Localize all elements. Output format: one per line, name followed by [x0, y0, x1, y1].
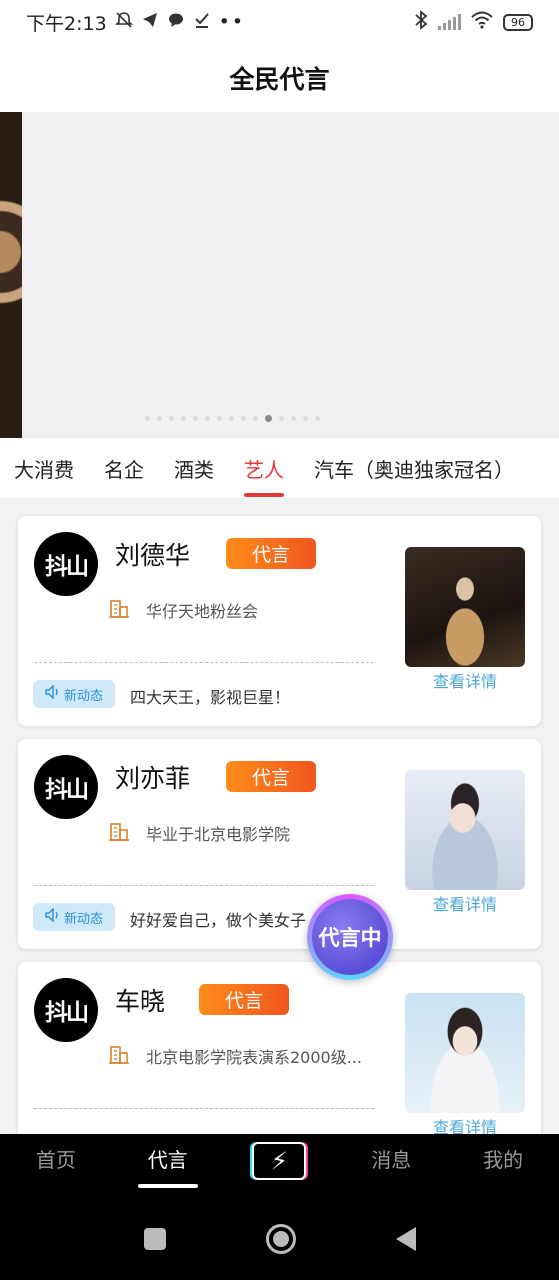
divider — [34, 662, 374, 663]
category-tabs: 大消费 名企 酒类 艺人 汽车（奥迪独家冠名） — [0, 438, 559, 498]
endorser-photo[interactable] — [405, 993, 525, 1113]
endorsing-float-button[interactable]: 代言中 — [307, 894, 393, 980]
nav-label: 消息 — [371, 1148, 412, 1172]
carousel-dot[interactable] — [291, 416, 296, 421]
building-icon — [108, 821, 130, 843]
bottom-nav: 首页 代言 ⚡ 消息 我的 — [0, 1134, 559, 1198]
carousel-dot[interactable] — [169, 416, 174, 421]
carousel-dot[interactable] — [205, 416, 210, 421]
news-tag-label: 新动态 — [63, 688, 103, 704]
carousel-dot[interactable] — [241, 416, 246, 421]
chat-icon — [167, 11, 185, 34]
status-bar: 下午2:13 •• 96 — [0, 0, 559, 44]
carousel-dot[interactable] — [315, 416, 320, 421]
carousel-dot[interactable] — [217, 416, 222, 421]
check-icon — [193, 11, 211, 34]
building-icon — [108, 598, 130, 620]
back-icon[interactable] — [395, 1227, 416, 1251]
float-button-label: 代言中 — [312, 899, 388, 975]
endorser-photo[interactable] — [405, 547, 525, 667]
battery-icon: 96 — [503, 13, 533, 31]
page-title: 全民代言 — [229, 65, 330, 94]
endorse-badge[interactable]: 代言 — [226, 538, 316, 569]
carousel-dot[interactable] — [279, 416, 284, 421]
endorser-org: 毕业于北京电影学院 — [146, 825, 291, 844]
news-tag-label: 新动态 — [63, 911, 103, 927]
divider — [34, 885, 374, 886]
avatar[interactable]: 抖山 — [34, 532, 98, 596]
nav-label: 代言 — [147, 1148, 188, 1172]
endorser-photo[interactable] — [405, 770, 525, 890]
endorser-org: 北京电影学院表演系2000级... — [146, 1048, 362, 1067]
news-tag: 新动态 — [33, 680, 115, 708]
carousel-indicator — [145, 415, 320, 422]
status-time: 下午2:13 — [26, 12, 107, 35]
news-text: 四大天王，影视巨星！ — [130, 688, 291, 707]
endorser-card[interactable]: 抖山 刘亦菲 代言毕业于北京电影学院新动态 好好爱自己，做个美女子 查看详情 — [18, 739, 541, 949]
nav-item-3[interactable]: 消息 — [335, 1134, 447, 1198]
endorser-name: 刘德华 — [115, 541, 191, 570]
carousel-dot[interactable] — [303, 416, 308, 421]
lightning-icon: ⚡ — [252, 1142, 307, 1180]
endorser-name: 车晓 — [115, 987, 166, 1016]
tab-2[interactable]: 酒类 — [174, 454, 214, 483]
endorse-badge[interactable]: 代言 — [226, 761, 316, 792]
nav-item-0[interactable]: 首页 — [0, 1134, 112, 1198]
carousel-dot[interactable] — [229, 416, 234, 421]
news-tag: 新动态 — [33, 903, 115, 931]
banner-carousel[interactable] — [0, 112, 559, 438]
battery-level: 96 — [511, 15, 525, 29]
carousel-dot[interactable] — [253, 416, 258, 421]
endorser-list[interactable]: 抖山 刘德华 代言 华仔天地粉丝会 新动态 四大天王，影视巨星！ 查看详情 抖山 刘亦菲 代言 毕业… — [0, 498, 559, 1134]
wifi-icon — [471, 11, 493, 34]
nav-item-4[interactable]: 我的 — [447, 1134, 559, 1198]
recent-apps-icon[interactable] — [143, 1228, 166, 1250]
carousel-dot[interactable] — [157, 416, 162, 421]
carousel-dot[interactable] — [181, 416, 186, 421]
carousel-dot[interactable] — [145, 416, 150, 421]
endorser-card[interactable]: 抖山 车晓 代言北京电影学院表演系2000级... 查看详情 — [18, 962, 541, 1134]
building-icon — [108, 1044, 130, 1066]
speaker-icon — [45, 907, 61, 926]
endorser-org: 华仔天地粉丝会 — [146, 602, 259, 621]
nav-label: 首页 — [35, 1148, 76, 1172]
tab-3[interactable]: 艺人 — [244, 454, 284, 497]
news-text: 好好爱自己，做个美女子 — [130, 911, 307, 930]
telegram-icon — [141, 11, 159, 34]
view-details-link[interactable]: 查看详情 — [412, 668, 518, 692]
divider — [34, 1108, 374, 1109]
home-icon[interactable] — [265, 1224, 296, 1254]
tab-0[interactable]: 大消费 — [14, 454, 74, 483]
avatar[interactable]: 抖山 — [34, 755, 98, 819]
endorser-name: 刘亦菲 — [115, 764, 191, 793]
view-details-link[interactable]: 查看详情 — [412, 891, 518, 915]
nav-label: 我的 — [483, 1148, 524, 1172]
banner-image — [0, 112, 22, 438]
more-dots-icon: •• — [218, 11, 246, 33]
tab-4[interactable]: 汽车（奥迪独家冠名） — [314, 454, 514, 483]
nav-item-1[interactable]: 代言 — [112, 1134, 224, 1198]
mute-icon — [114, 11, 133, 34]
view-details-link[interactable]: 查看详情 — [412, 1114, 518, 1134]
signal-icon — [438, 14, 461, 30]
bluetooth-icon — [414, 9, 428, 35]
tab-1[interactable]: 名企 — [104, 454, 144, 483]
endorse-badge[interactable]: 代言 — [199, 984, 289, 1015]
endorser-card[interactable]: 抖山 刘德华 代言华仔天地粉丝会新动态 四大天王，影视巨星！ 查看详情 — [18, 516, 541, 726]
avatar[interactable]: 抖山 — [34, 978, 98, 1042]
carousel-dot[interactable] — [193, 416, 198, 421]
system-nav-bar — [0, 1198, 559, 1280]
carousel-dot[interactable] — [265, 415, 272, 422]
nav-item-2[interactable]: ⚡ — [224, 1134, 336, 1198]
app-header: 全民代言 — [0, 44, 559, 112]
speaker-icon — [45, 684, 61, 703]
